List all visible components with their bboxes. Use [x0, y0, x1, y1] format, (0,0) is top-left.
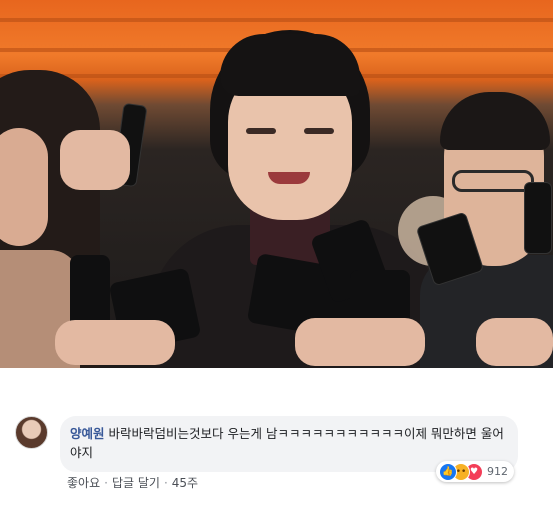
like-button[interactable]: 좋아요	[67, 474, 100, 491]
comment-author-link[interactable]: 양예원	[70, 426, 105, 441]
press-photo	[0, 0, 553, 368]
comment-actions: 좋아요 · 답글 달기 · 45주	[67, 474, 198, 491]
reaction-summary[interactable]: 👍 •• ♥ 912	[436, 461, 514, 482]
separator-dot: ·	[104, 475, 108, 490]
comment-text: 바락바락덤비는것보다 우는게 남ㅋㅋㅋㅋㅋㅋㅋㅋㅋㅋㅋ이제 뭐만하면 울어야지	[70, 426, 504, 460]
hand-right	[476, 318, 553, 366]
left-reporter-face	[0, 128, 48, 246]
hand-center	[295, 318, 425, 366]
subject-left-eye	[246, 128, 276, 134]
hand-left-bottom	[55, 320, 175, 365]
subject-right-eye	[304, 128, 334, 134]
separator-dot: ·	[163, 475, 168, 490]
commenter-avatar[interactable]	[15, 416, 48, 449]
reaction-count: 912	[487, 465, 508, 478]
subject-mouth	[268, 172, 310, 184]
subject-fringe	[220, 34, 360, 96]
hand-left-top	[60, 130, 130, 190]
reply-button[interactable]: 답글 달기	[112, 474, 160, 491]
like-icon: 👍	[439, 462, 457, 481]
phone-far-right	[524, 182, 552, 254]
right-reporter-hair	[440, 92, 550, 150]
comment-timestamp[interactable]: 45주	[172, 474, 198, 491]
glasses	[452, 170, 534, 192]
